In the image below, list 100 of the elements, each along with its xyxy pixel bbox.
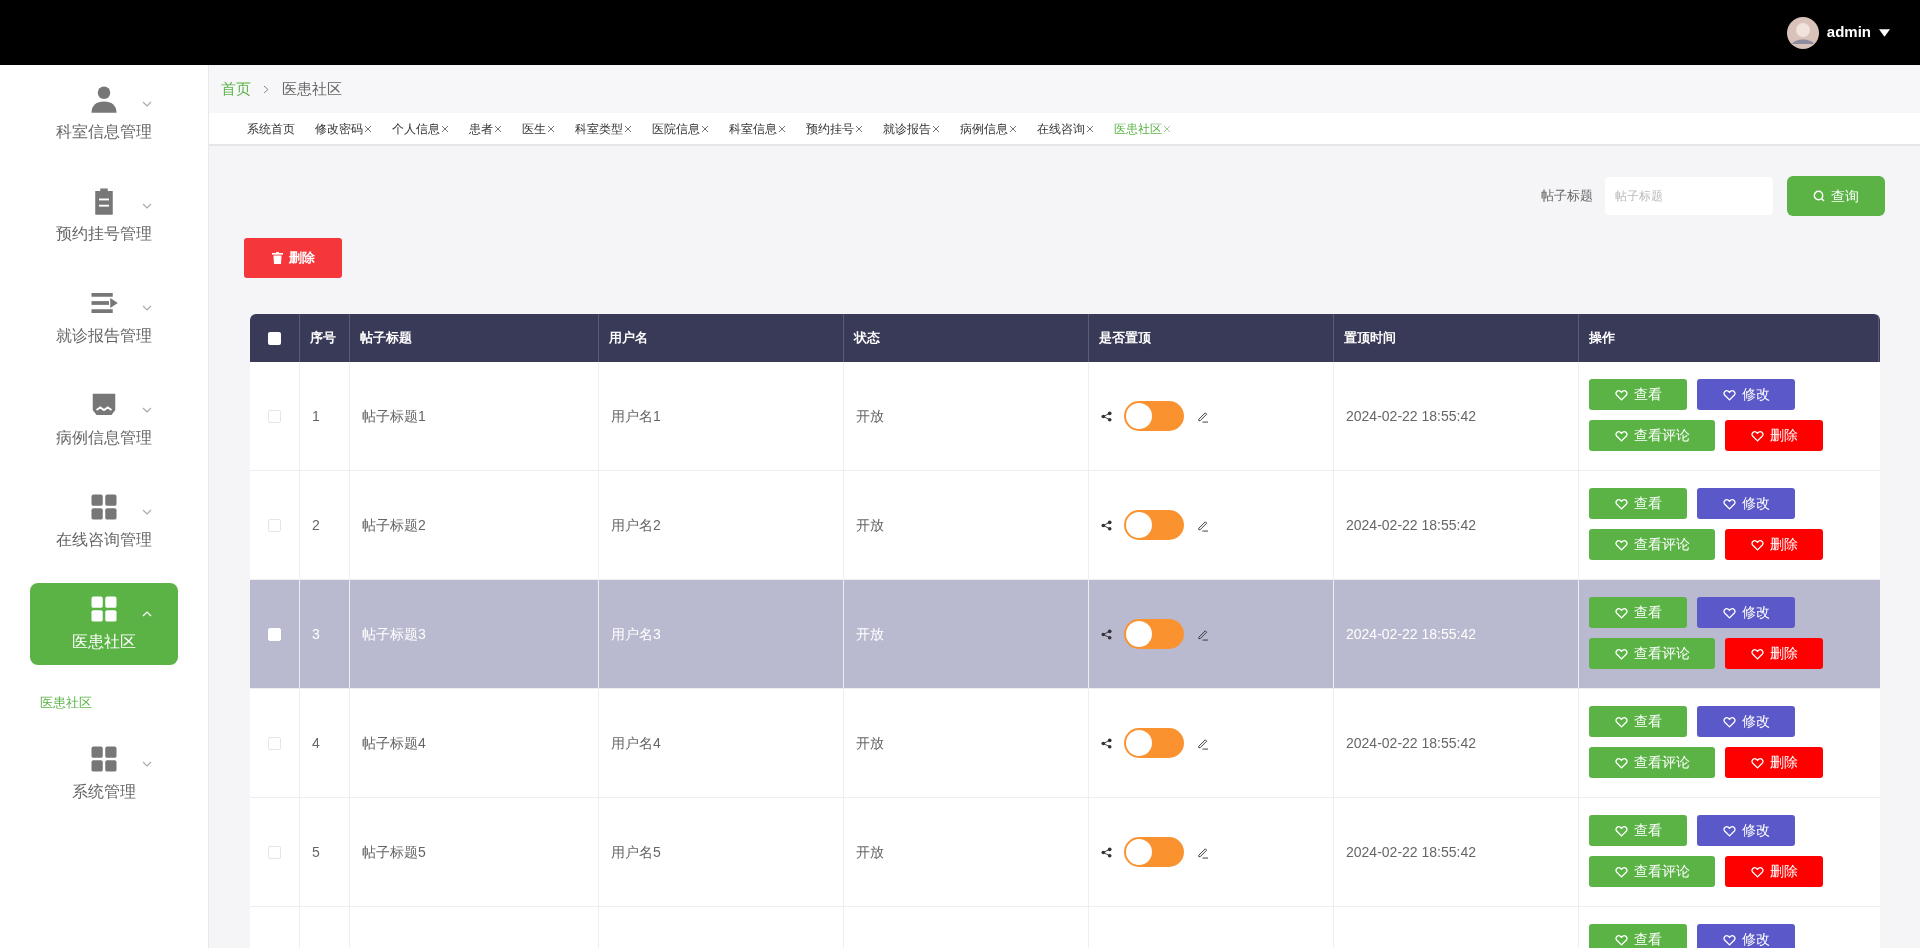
tab[interactable]: 预约挂号: [806, 119, 863, 138]
table-cell-text: 开放: [856, 624, 884, 644]
sidebar-item[interactable]: 科室信息管理: [30, 73, 178, 155]
table-cell-text: 开放: [856, 842, 884, 862]
action-button[interactable]: 删除: [1725, 856, 1823, 887]
heart-icon: [1614, 715, 1628, 728]
avatar-icon[interactable]: [1786, 16, 1819, 49]
close-icon[interactable]: [1009, 124, 1017, 133]
close-icon[interactable]: [1086, 124, 1094, 133]
pencil-icon: [1196, 518, 1209, 532]
close-icon[interactable]: [932, 124, 940, 133]
close-icon[interactable]: [778, 124, 786, 133]
row-checkbox[interactable]: [268, 409, 281, 423]
row-checkbox[interactable]: [268, 518, 281, 532]
row-checkbox[interactable]: [268, 736, 281, 750]
toggle-switch[interactable]: [1124, 619, 1184, 649]
table-row[interactable]: 3 帖子标题3 用户名3 开放 2024-02-22 18:55:42 查看 修改 查看评论 删除: [250, 580, 1880, 689]
pencil-icon: [1196, 409, 1209, 423]
action-button[interactable]: 删除: [1725, 747, 1823, 778]
table-cell-text: 2024-02-22 18:55:42: [1346, 733, 1476, 753]
pencil-icon: [1196, 736, 1209, 750]
toggle-switch[interactable]: [1124, 510, 1184, 540]
search-icon: [1813, 190, 1825, 202]
close-icon[interactable]: [547, 124, 555, 133]
table-row[interactable]: 4 帖子标题4 用户名4 开放 2024-02-22 18:55:42 查看 修改 查看评论 删除: [250, 689, 1880, 798]
heart-icon: [1614, 647, 1628, 660]
pencil-icon: [1196, 845, 1209, 859]
tab[interactable]: 患者: [469, 119, 502, 138]
tab[interactable]: 修改密码: [315, 119, 372, 138]
table-cell-text: 2: [312, 515, 320, 535]
heart-icon: [1614, 429, 1628, 442]
close-icon[interactable]: [364, 124, 372, 133]
close-icon[interactable]: [855, 124, 863, 133]
tab[interactable]: 科室信息: [729, 119, 786, 138]
action-button[interactable]: 修改: [1697, 706, 1795, 737]
chevron-down-icon: [142, 407, 152, 413]
heart-icon: [1750, 429, 1764, 442]
chevron-right-icon: [263, 84, 270, 94]
person-icon: [89, 84, 119, 114]
heart-icon: [1614, 606, 1628, 619]
table-row[interactable]: 1 帖子标题1 用户名1 开放 2024-02-22 18:55:42 查看 修改 查看评论 删除: [250, 362, 1880, 471]
table-cell-text: 开放: [856, 733, 884, 753]
tab[interactable]: 病例信息: [960, 119, 1017, 138]
action-button[interactable]: 修改: [1697, 488, 1795, 519]
table-cell-text: 帖子标题2: [362, 515, 426, 535]
row-checkbox[interactable]: [268, 845, 281, 859]
action-button[interactable]: 修改: [1697, 924, 1795, 948]
delete-button[interactable]: 删除: [244, 238, 342, 278]
search-field[interactable]: 帖子标题: [1605, 177, 1773, 215]
grid-icon: [89, 492, 119, 522]
close-icon[interactable]: [494, 124, 502, 133]
sidebar-item[interactable]: 预约挂号管理: [30, 175, 178, 257]
heart-icon: [1614, 824, 1628, 837]
table-cell-text: 3: [312, 624, 320, 644]
close-icon[interactable]: [624, 124, 632, 133]
table-row[interactable]: 2 帖子标题2 用户名2 开放 2024-02-22 18:55:42 查看 修改 查看评论 删除: [250, 471, 1880, 580]
tab[interactable]: 系统首页: [247, 119, 295, 138]
table-cell-text: 5: [312, 842, 320, 862]
tab[interactable]: 医生: [522, 119, 555, 138]
close-icon[interactable]: [441, 124, 449, 133]
toggle-switch[interactable]: [1124, 401, 1184, 431]
table-cell-text: 4: [312, 733, 320, 753]
heart-icon: [1722, 497, 1736, 510]
sidebar-item[interactable]: 病例信息管理: [30, 379, 178, 461]
sidebar-item[interactable]: 系统管理: [30, 732, 178, 815]
table-cell-text: 用户名1: [611, 406, 661, 426]
sidebar-item[interactable]: 就诊报告管理: [30, 277, 178, 359]
grid-icon: [89, 594, 119, 624]
close-icon[interactable]: [701, 124, 709, 133]
action-button[interactable]: 删除: [1725, 638, 1823, 669]
sidebar-item[interactable]: 在线咨询管理: [30, 481, 178, 563]
action-button[interactable]: 删除: [1725, 529, 1823, 560]
action-button[interactable]: 修改: [1697, 379, 1795, 410]
heart-icon: [1722, 933, 1736, 946]
chevron-down-icon: [142, 203, 152, 209]
table-cell-text: 开放: [856, 515, 884, 535]
caret-icon[interactable]: [1879, 28, 1890, 37]
user-name[interactable]: admin: [1826, 21, 1871, 44]
tab[interactable]: 科室类型: [575, 119, 632, 138]
heart-icon: [1614, 538, 1628, 551]
table-cell-text: 帖子标题1: [362, 406, 426, 426]
share-icon: [1101, 737, 1112, 749]
toggle-switch[interactable]: [1124, 728, 1184, 758]
heart-icon: [1750, 647, 1764, 660]
share-icon: [1101, 519, 1112, 531]
toggle-switch[interactable]: [1124, 837, 1184, 867]
table-cell-text: 开放: [856, 406, 884, 426]
tab[interactable]: 个人信息: [392, 119, 449, 138]
tab[interactable]: 就诊报告: [883, 119, 940, 138]
action-button[interactable]: 删除: [1725, 420, 1823, 451]
table-cell-text: 帖子标题5: [362, 842, 426, 862]
table-cell-text: 帖子标题3: [362, 624, 426, 644]
select-all-checkbox[interactable]: [268, 331, 281, 345]
tab[interactable]: 在线咨询: [1037, 119, 1094, 138]
table-row[interactable]: 5 帖子标题5 用户名5 开放 2024-02-22 18:55:42 查看 修改 查看评论 删除: [250, 798, 1880, 907]
action-button[interactable]: 修改: [1697, 597, 1795, 628]
tab[interactable]: 医院信息: [652, 119, 709, 138]
action-button[interactable]: 修改: [1697, 815, 1795, 846]
table-cell-text: 用户名4: [611, 733, 661, 753]
breadcrumb-link[interactable]: 医患社区: [282, 77, 342, 101]
